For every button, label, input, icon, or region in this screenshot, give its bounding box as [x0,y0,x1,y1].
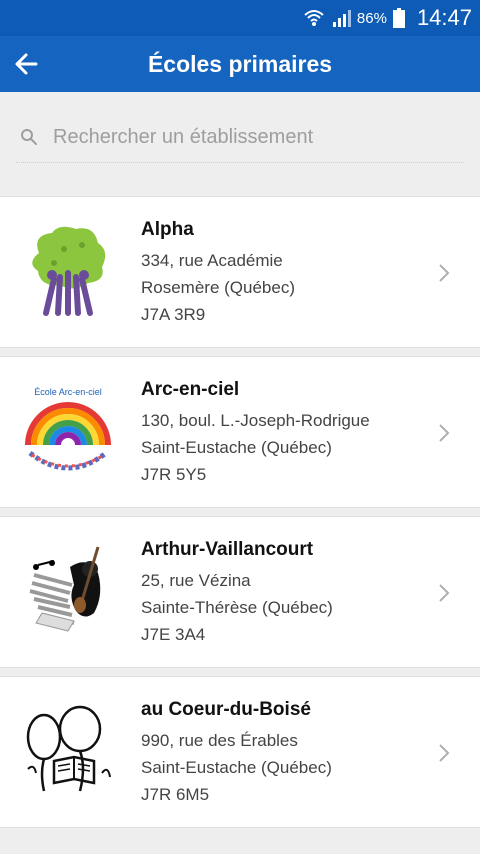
school-info: Arc-en-ciel 130, boul. L.-Joseph-Rodrigu… [141,379,370,488]
search-input[interactable]: Rechercher un établissement [16,116,464,163]
search-icon [21,129,37,145]
wifi-icon [304,10,324,26]
school-city: Saint-Eustache (Québec) [141,758,332,777]
school-street: 130, boul. L.-Joseph-Rodrigue [141,411,370,430]
school-postal-code: J7E 3A4 [141,625,206,644]
school-logo-arc-en-ciel: École Arc-en-ciel [22,375,114,487]
school-street: 990, rue des Érables [141,731,298,750]
status-icons: 86% 14:47 [303,0,472,36]
school-item-alpha[interactable]: Alpha 334, rue Académie Rosemère (Québec… [0,196,480,348]
chevron-right-icon [439,584,450,602]
school-name: Alpha [141,219,194,240]
signal-icon [332,10,351,27]
school-list: Alpha 334, rue Académie Rosemère (Québec… [0,196,480,836]
search-bar: Rechercher un établissement [0,92,480,196]
search-placeholder: Rechercher un établissement [53,126,314,148]
school-item-arc-en-ciel[interactable]: École Arc-en-ciel Arc-en-ciel 130, boul.… [0,356,480,508]
school-street: 25, rue Vézina [141,571,251,590]
school-logo-arthur-vaillancourt [22,535,114,647]
page-title: Écoles primaires [147,51,333,77]
arrow-left-icon [15,53,38,75]
music-logo-icon [29,546,101,632]
clock: 14:47 [416,5,472,30]
school-info: Alpha 334, rue Académie Rosemère (Québec… [141,219,295,328]
chevron-right-icon [439,424,450,442]
school-name: Arthur-Vaillancourt [141,539,314,560]
school-name: au Coeur-du-Boisé [141,699,311,720]
back-button[interactable] [6,44,46,84]
trees-book-logo-icon [26,705,111,792]
tree-logo-icon [32,226,106,316]
status-bar: 86% 14:47 [0,0,480,36]
school-item-au-coeur-du-boise[interactable]: au Coeur-du-Boisé 990, rue des Érables S… [0,676,480,828]
chevron-right-icon [439,264,450,282]
app-bar: Écoles primaires [0,36,480,92]
school-city: Saint-Eustache (Québec) [141,438,332,457]
school-postal-code: J7A 3R9 [141,305,206,324]
school-city: Rosemère (Québec) [141,278,296,297]
svg-text:École Arc-en-ciel: École Arc-en-ciel [34,387,102,397]
school-city: Sainte-Thérèse (Québec) [141,598,333,617]
school-logo-alpha [22,215,114,327]
chevron-right-icon [439,744,450,762]
school-street: 334, rue Académie [141,251,283,270]
school-info: au Coeur-du-Boisé 990, rue des Érables S… [141,699,332,808]
school-logo-au-coeur-du-boise [22,695,114,807]
school-postal-code: J7R 5Y5 [141,465,207,484]
school-postal-code: J7R 6M5 [141,785,210,804]
school-info: Arthur-Vaillancourt 25, rue Vézina Saint… [141,539,333,648]
battery-icon [392,8,405,28]
school-name: Arc-en-ciel [141,379,240,400]
rainbow-logo-icon: École Arc-en-ciel [25,387,111,471]
battery-percent: 86% [356,9,387,27]
school-item-arthur-vaillancourt[interactable]: Arthur-Vaillancourt 25, rue Vézina Saint… [0,516,480,668]
